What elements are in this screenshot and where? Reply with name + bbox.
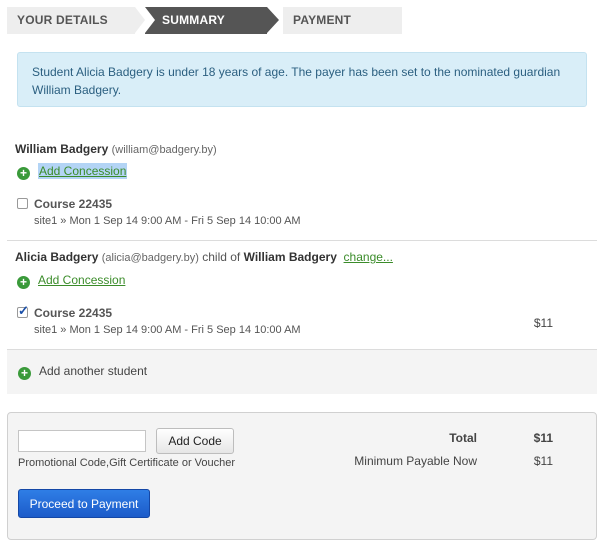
add-circle-icon[interactable]: + xyxy=(17,276,30,289)
guardian-info-alert: Student Alicia Badgery is under 18 years… xyxy=(17,52,587,107)
promo-code-help: Promotional Code,Gift Certificate or Vou… xyxy=(18,457,236,469)
course-details: site1 » Mon 1 Sep 14 9:00 AM - Fri 5 Sep… xyxy=(34,324,301,336)
add-concession-link[interactable]: Add Concession xyxy=(38,273,125,287)
promo-code-input[interactable] xyxy=(18,430,146,452)
total-label: Total xyxy=(449,431,477,445)
student-block-alicia: Alicia Badgery (alicia@badgery.by) child… xyxy=(7,240,597,350)
student-name-line: Alicia Badgery (alicia@badgery.by) child… xyxy=(15,250,393,264)
course-price: $11 xyxy=(533,316,553,330)
student-email: (alicia@badgery.by) xyxy=(101,252,199,264)
add-concession-row: + Add Concession xyxy=(17,162,128,180)
add-concession-row: + Add Concession xyxy=(17,271,125,289)
student-block-william: William Badgery (william@badgery.by) + Ad… xyxy=(7,140,597,240)
add-another-student-row[interactable]: + Add another student xyxy=(7,349,597,394)
step-summary: SUMMARY xyxy=(145,7,279,34)
add-code-button[interactable]: Add Code xyxy=(156,428,234,454)
payment-summary-box: Add Code Promotional Code,Gift Certifica… xyxy=(7,412,597,540)
add-concession-link[interactable]: Add Concession xyxy=(39,164,126,178)
step-payment: PAYMENT xyxy=(283,7,402,34)
guardian-name: William Badgery xyxy=(243,250,337,264)
proceed-to-payment-button[interactable]: Proceed to Payment xyxy=(18,489,150,518)
course-checkbox[interactable] xyxy=(17,198,28,209)
course-details: site1 » Mon 1 Sep 14 9:00 AM - Fri 5 Sep… xyxy=(34,215,301,227)
add-circle-icon[interactable]: + xyxy=(18,367,31,380)
alert-text: Student Alicia Badgery is under 18 years… xyxy=(32,65,561,97)
student-name: William Badgery xyxy=(15,142,109,156)
child-of-text: child of xyxy=(202,250,241,264)
add-circle-icon[interactable]: + xyxy=(17,167,30,180)
student-email: (william@badgery.by) xyxy=(111,144,217,156)
course-checkbox[interactable] xyxy=(17,303,29,319)
student-name: Alicia Badgery xyxy=(15,250,99,264)
change-guardian-link[interactable]: change... xyxy=(344,250,393,264)
minimum-payable-label: Minimum Payable Now xyxy=(354,454,477,468)
student-name-line: William Badgery (william@badgery.by) xyxy=(15,142,217,156)
course-title: Course 22435 xyxy=(34,306,113,320)
minimum-payable-value: $11 xyxy=(533,454,553,468)
add-another-student-label[interactable]: Add another student xyxy=(39,364,147,378)
step-your-details[interactable]: YOUR DETAILS xyxy=(7,7,145,34)
checkout-steps: YOUR DETAILS SUMMARY PAYMENT xyxy=(7,7,402,34)
total-value: $11 xyxy=(533,431,553,445)
course-title: Course 22435 xyxy=(34,197,113,211)
